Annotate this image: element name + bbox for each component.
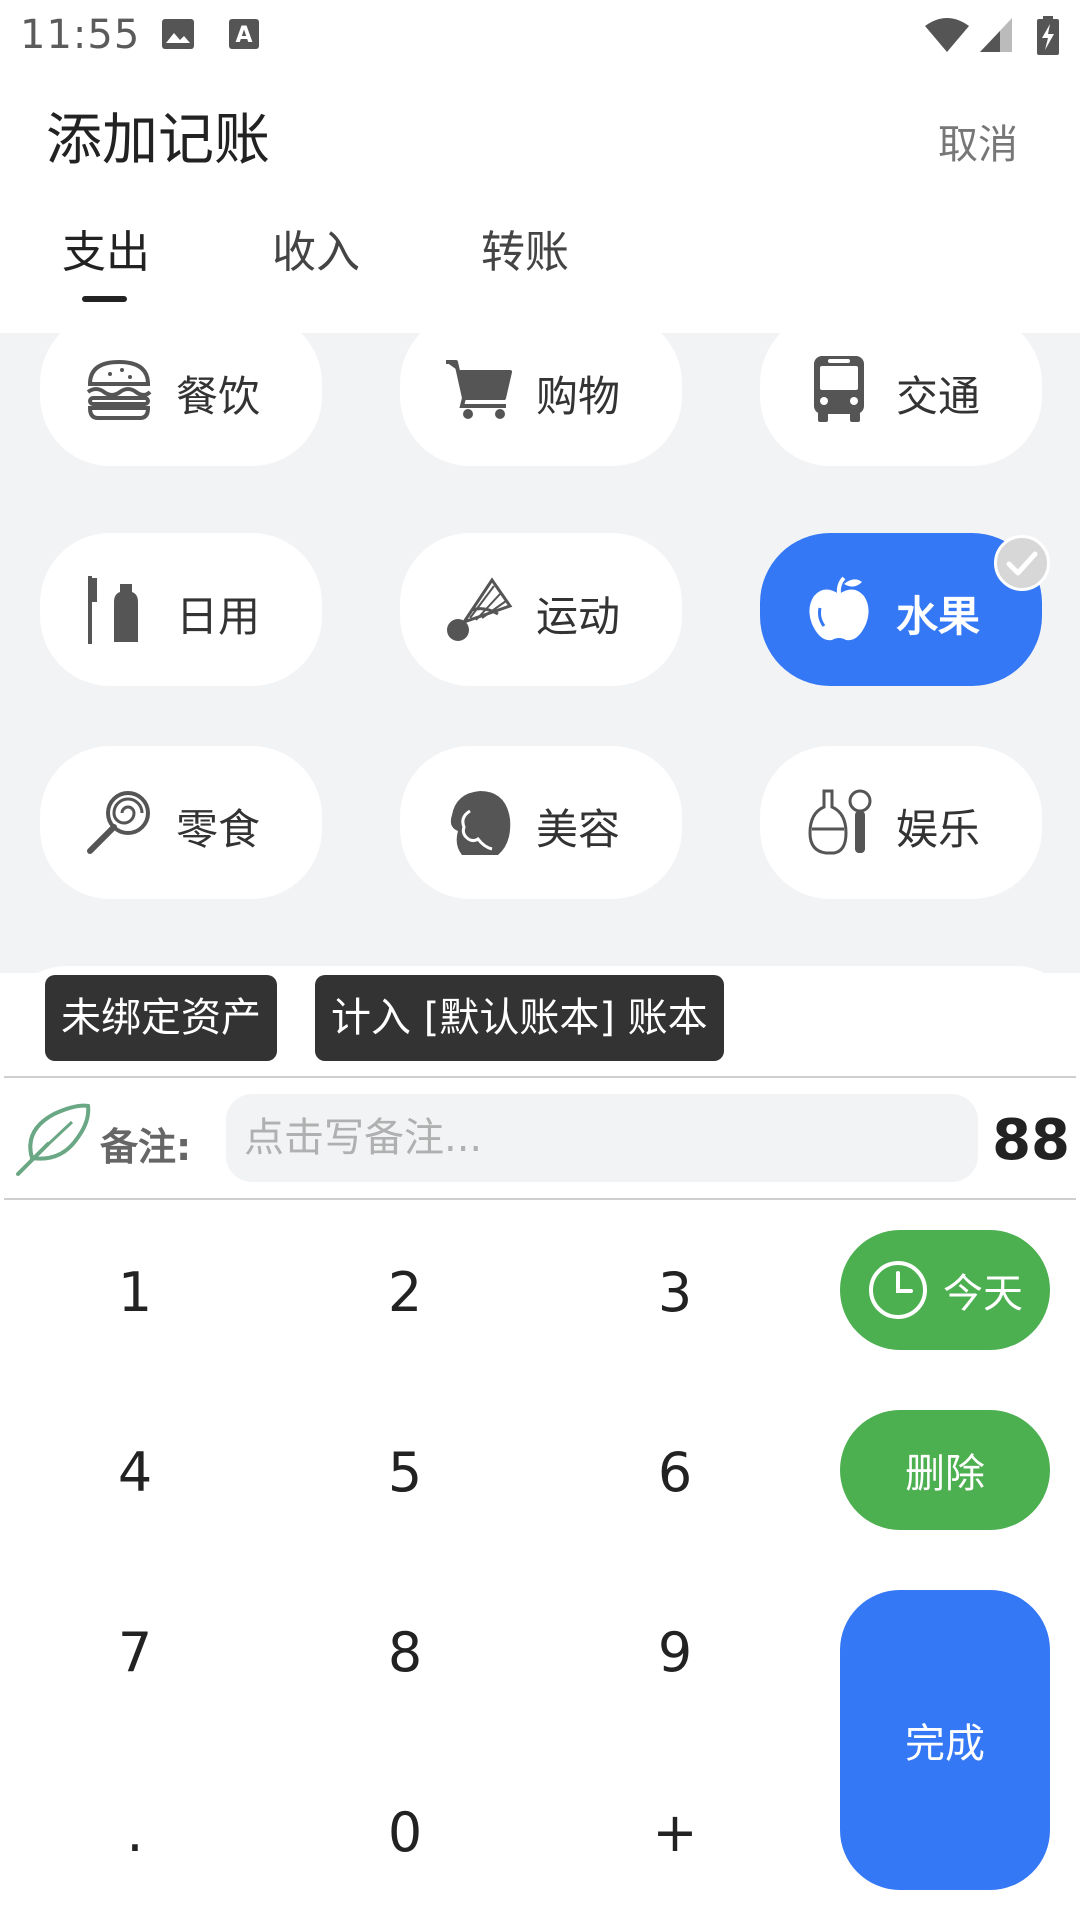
burger-icon [86,359,152,420]
category-label: 运动 [536,592,621,641]
wifi-icon [925,18,969,52]
toothbrush-toothpaste-icon [88,576,138,644]
date-today-button[interactable]: 今天 [840,1230,1050,1350]
page-title: 添加记账 [46,108,270,173]
text-a-icon: A [229,19,259,49]
memo-input[interactable] [226,1094,978,1182]
amount-display: 88 [992,1108,1070,1173]
battery-charging-icon [1037,16,1059,55]
key-1[interactable]: 1 [15,1217,255,1367]
category-dining[interactable]: 餐饮 [40,333,322,466]
woman-face-icon [450,791,511,855]
key-plus[interactable]: + [555,1757,795,1907]
lollipop-icon [87,791,150,854]
key-8[interactable]: 8 [285,1577,525,1727]
microphone-icon [808,789,872,855]
key-6[interactable]: 6 [555,1397,795,1547]
memo-label: 备注: [100,1125,192,1169]
key-3[interactable]: 3 [555,1217,795,1367]
clock-icon [869,1261,927,1319]
category-label: 购物 [536,372,621,421]
image-icon [162,19,194,49]
category-beauty[interactable]: 美容 [400,746,682,899]
key-2[interactable]: 2 [285,1217,525,1367]
category-grid: 餐饮 购物 交通 日用 运动 水果 零食 美容 娱乐 [0,333,1080,973]
category-label: 美容 [536,805,621,854]
key-7[interactable]: 7 [15,1577,255,1727]
category-entertainment[interactable]: 娱乐 [760,746,1042,899]
category-daily-use[interactable]: 日用 [40,533,322,686]
category-shopping[interactable]: 购物 [400,333,682,466]
category-label: 日用 [176,592,261,641]
category-snacks[interactable]: 零食 [40,746,322,899]
key-9[interactable]: 9 [555,1577,795,1727]
category-transport[interactable]: 交通 [760,333,1042,466]
bus-icon [814,356,864,422]
feather-pen-icon [16,1103,91,1176]
status-bar: 11:55 A [0,0,1080,72]
category-sports[interactable]: 运动 [400,533,682,686]
key-dot[interactable]: . [15,1757,255,1907]
tab-transfer[interactable]: 转账 [481,216,569,280]
key-4[interactable]: 4 [15,1397,255,1547]
divider [4,1076,1076,1078]
cancel-button[interactable]: 取消 [938,112,1018,170]
apple-icon [809,576,869,641]
delete-button[interactable]: 删除 [840,1410,1050,1530]
key-5[interactable]: 5 [285,1397,525,1547]
tab-expense[interactable]: 支出 [62,216,150,280]
category-label: 零食 [176,805,261,854]
cellular-signal-icon [980,18,1012,52]
active-tab-indicator [82,296,127,302]
category-label: 餐饮 [176,372,261,421]
key-0[interactable]: 0 [285,1757,525,1907]
account-book-tag[interactable]: 计入 [默认账本] 账本 [315,975,724,1061]
selected-check-badge [994,535,1050,591]
shopping-cart-icon [446,360,512,419]
today-label: 今天 [943,1271,1023,1317]
tab-income[interactable]: 收入 [272,216,360,280]
checkmark-icon [1006,551,1038,576]
divider [4,1198,1076,1200]
asset-tag[interactable]: 未绑定资产 [45,975,277,1061]
category-label: 交通 [896,372,981,421]
status-time: 11:55 [20,12,141,58]
category-label: 娱乐 [896,805,981,854]
done-button[interactable]: 完成 [840,1590,1050,1890]
shuttlecock-icon [447,577,513,641]
category-label: 水果 [896,592,981,641]
svg-text:A: A [235,23,252,48]
